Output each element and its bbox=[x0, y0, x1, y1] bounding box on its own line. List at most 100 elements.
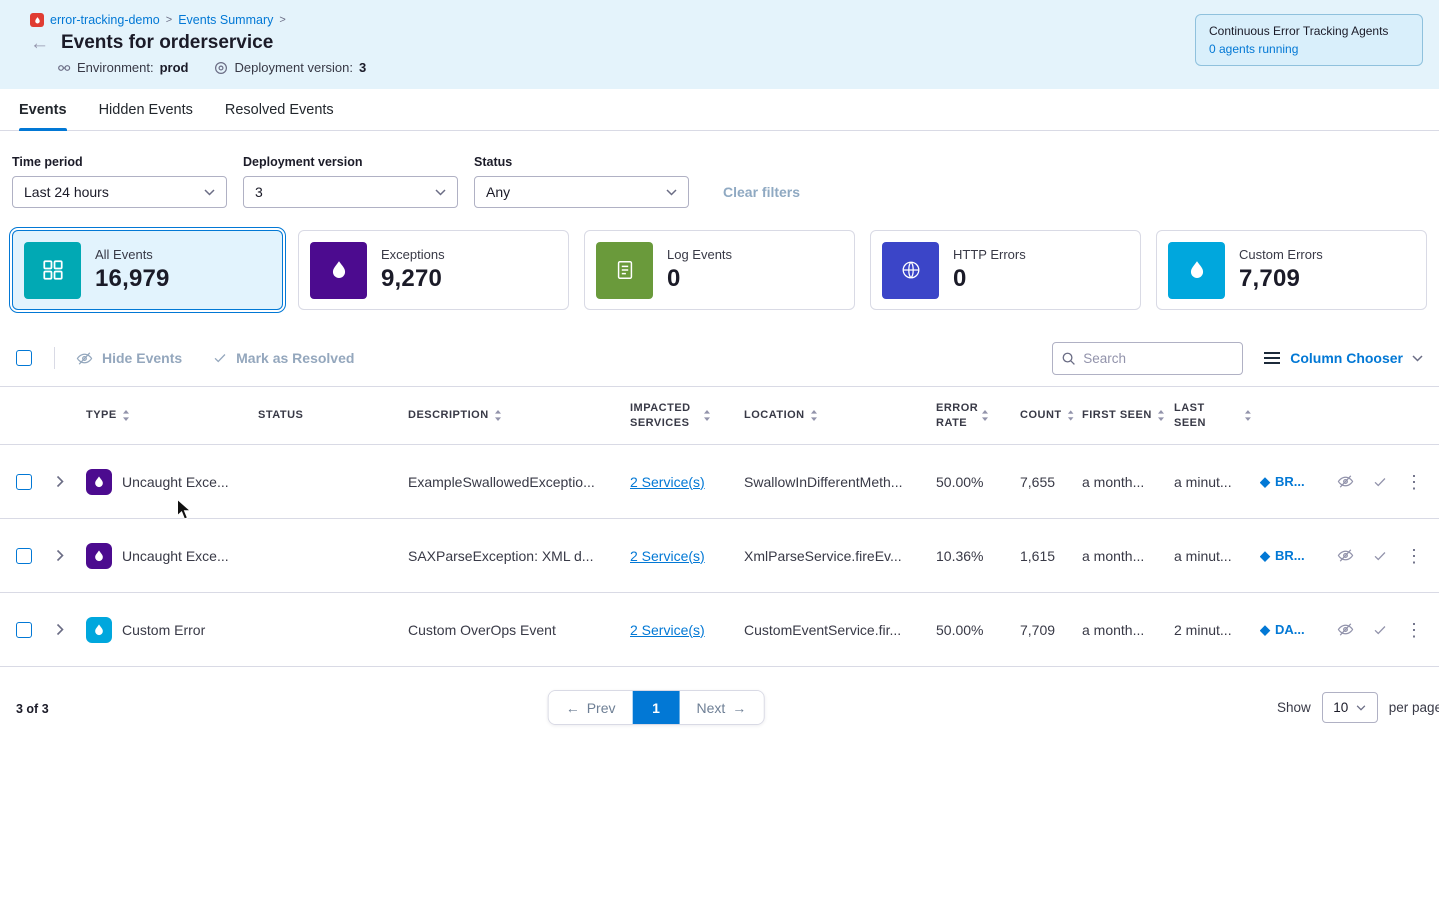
hide-event-icon[interactable] bbox=[1336, 473, 1355, 490]
resolve-event-icon[interactable] bbox=[1372, 623, 1388, 637]
event-description: Custom OverOps Event bbox=[408, 622, 630, 638]
grid-icon bbox=[24, 242, 81, 299]
sort-icon bbox=[122, 409, 130, 422]
deployment-label: Deployment version: bbox=[234, 60, 353, 75]
search-input[interactable] bbox=[1052, 342, 1243, 375]
tab-resolved-events[interactable]: Resolved Events bbox=[225, 89, 334, 130]
event-type: Custom Error bbox=[122, 622, 205, 638]
tab-hidden-events[interactable]: Hidden Events bbox=[99, 89, 193, 130]
stat-card-all-events[interactable]: All Events 16,979 bbox=[12, 230, 283, 310]
prev-page-button[interactable]: ← Prev bbox=[549, 691, 633, 724]
row-menu-icon[interactable]: ⋮ bbox=[1405, 621, 1423, 639]
table-row[interactable]: Uncaught Exce... SAXParseException: XML … bbox=[0, 519, 1439, 593]
last-seen: 2 minut... bbox=[1174, 622, 1260, 638]
arrow-left-icon: ← bbox=[566, 700, 580, 716]
column-header-count[interactable]: COUNT bbox=[1020, 408, 1082, 423]
sort-icon bbox=[494, 409, 502, 422]
stat-card-http-errors[interactable]: HTTP Errors 0 bbox=[870, 230, 1141, 310]
pagination: ← Prev 1 Next → bbox=[548, 690, 765, 725]
stat-card-value: 16,979 bbox=[95, 265, 170, 293]
row-expand-chevron-icon[interactable] bbox=[56, 549, 86, 562]
hide-event-icon[interactable] bbox=[1336, 547, 1355, 564]
breadcrumb-project-link[interactable]: error-tracking-demo bbox=[50, 13, 160, 27]
row-expand-chevron-icon[interactable] bbox=[56, 623, 86, 636]
page-title: Events for orderservice bbox=[61, 32, 273, 54]
column-header-location[interactable]: LOCATION bbox=[744, 408, 936, 423]
column-chooser-button[interactable]: Column Chooser bbox=[1263, 350, 1423, 366]
row-expand-chevron-icon[interactable] bbox=[56, 475, 86, 488]
row-checkbox[interactable] bbox=[16, 622, 32, 638]
table-row[interactable]: Uncaught Exce... ExampleSwallowedExcepti… bbox=[0, 445, 1439, 519]
stat-card-exceptions[interactable]: Exceptions 9,270 bbox=[298, 230, 569, 310]
back-arrow-icon[interactable]: ← bbox=[30, 34, 49, 53]
sort-icon bbox=[1067, 409, 1074, 422]
criticality-badge[interactable]: ◆ DA... bbox=[1260, 622, 1330, 638]
check-icon bbox=[212, 351, 228, 365]
event-location: XmlParseService.fireEv... bbox=[744, 548, 936, 564]
criticality-badge[interactable]: ◆ BR... bbox=[1260, 474, 1330, 490]
column-header-first-seen[interactable]: FIRST SEEN bbox=[1082, 408, 1174, 423]
resolve-event-icon[interactable] bbox=[1372, 549, 1388, 563]
sort-icon bbox=[1244, 409, 1252, 422]
agents-running-link[interactable]: 0 agents running bbox=[1209, 42, 1409, 56]
column-header-type[interactable]: TYPE bbox=[86, 408, 258, 423]
stat-card-custom-errors[interactable]: Custom Errors 7,709 bbox=[1156, 230, 1427, 310]
row-checkbox[interactable] bbox=[16, 548, 32, 564]
hide-event-icon[interactable] bbox=[1336, 621, 1355, 638]
last-seen: a minut... bbox=[1174, 474, 1260, 490]
impacted-services-link[interactable]: 2 Service(s) bbox=[630, 474, 744, 490]
column-header-error-rate[interactable]: ERROR RATE bbox=[936, 401, 1020, 431]
result-count: 3 of 3 bbox=[16, 702, 49, 716]
deployment-meta: Deployment version: 3 bbox=[214, 60, 366, 75]
time-period-value: Last 24 hours bbox=[24, 184, 109, 200]
row-menu-icon[interactable]: ⋮ bbox=[1405, 547, 1423, 565]
next-page-button[interactable]: Next → bbox=[680, 691, 764, 724]
stat-card-label: Log Events bbox=[667, 247, 732, 262]
page-number-button[interactable]: 1 bbox=[633, 691, 680, 724]
event-type: Uncaught Exce... bbox=[122, 474, 229, 490]
impacted-services-link[interactable]: 2 Service(s) bbox=[630, 622, 744, 638]
breadcrumb-section-link[interactable]: Events Summary bbox=[178, 13, 273, 27]
resolve-event-icon[interactable] bbox=[1372, 475, 1388, 489]
first-seen: a month... bbox=[1082, 622, 1174, 638]
column-header-impacted-services[interactable]: IMPACTED SERVICES bbox=[630, 401, 744, 431]
tab-events[interactable]: Events bbox=[19, 89, 67, 130]
hide-events-button[interactable]: Hide Events bbox=[75, 350, 182, 367]
hamburger-icon bbox=[1263, 351, 1281, 365]
time-period-select[interactable]: Last 24 hours bbox=[12, 176, 227, 208]
stat-card-value: 0 bbox=[667, 265, 732, 293]
table-row[interactable]: Custom Error Custom OverOps Event 2 Serv… bbox=[0, 593, 1439, 667]
mark-resolved-button[interactable]: Mark as Resolved bbox=[212, 350, 354, 366]
stat-card-label: Custom Errors bbox=[1239, 247, 1323, 262]
deployment-value: 3 bbox=[359, 60, 366, 75]
diamond-icon: ◆ bbox=[1260, 622, 1270, 638]
event-count: 1,615 bbox=[1020, 548, 1082, 564]
sort-icon bbox=[810, 409, 818, 422]
environment-meta: Environment: prod bbox=[57, 60, 188, 75]
status-select[interactable]: Any bbox=[474, 176, 689, 208]
deployment-version-label: Deployment version bbox=[243, 155, 458, 169]
first-seen: a month... bbox=[1082, 474, 1174, 490]
select-all-checkbox[interactable] bbox=[16, 350, 32, 366]
chevron-down-icon bbox=[1412, 355, 1423, 362]
chevron-down-icon bbox=[204, 189, 215, 196]
row-menu-icon[interactable]: ⋮ bbox=[1405, 473, 1423, 491]
toolbar-divider bbox=[54, 347, 55, 369]
impacted-services-link[interactable]: 2 Service(s) bbox=[630, 548, 744, 564]
custom-error-type-icon bbox=[86, 617, 112, 643]
column-header-last-seen[interactable]: LAST SEEN bbox=[1174, 401, 1260, 431]
clear-filters-button[interactable]: Clear filters bbox=[723, 184, 800, 208]
error-tracking-module-icon bbox=[30, 13, 44, 27]
event-description: SAXParseException: XML d... bbox=[408, 548, 630, 564]
event-count: 7,709 bbox=[1020, 622, 1082, 638]
stat-card-label: Exceptions bbox=[381, 247, 445, 262]
column-header-description[interactable]: DESCRIPTION bbox=[408, 408, 630, 423]
chevron-down-icon bbox=[1356, 705, 1366, 711]
filters-bar: Time period Last 24 hours Deployment ver… bbox=[0, 131, 1439, 208]
stat-card-log-events[interactable]: Log Events 0 bbox=[584, 230, 855, 310]
criticality-badge[interactable]: ◆ BR... bbox=[1260, 548, 1330, 564]
page-size-select[interactable]: 10 bbox=[1322, 692, 1378, 723]
row-checkbox[interactable] bbox=[16, 474, 32, 490]
deployment-version-select[interactable]: 3 bbox=[243, 176, 458, 208]
exception-type-icon bbox=[86, 543, 112, 569]
